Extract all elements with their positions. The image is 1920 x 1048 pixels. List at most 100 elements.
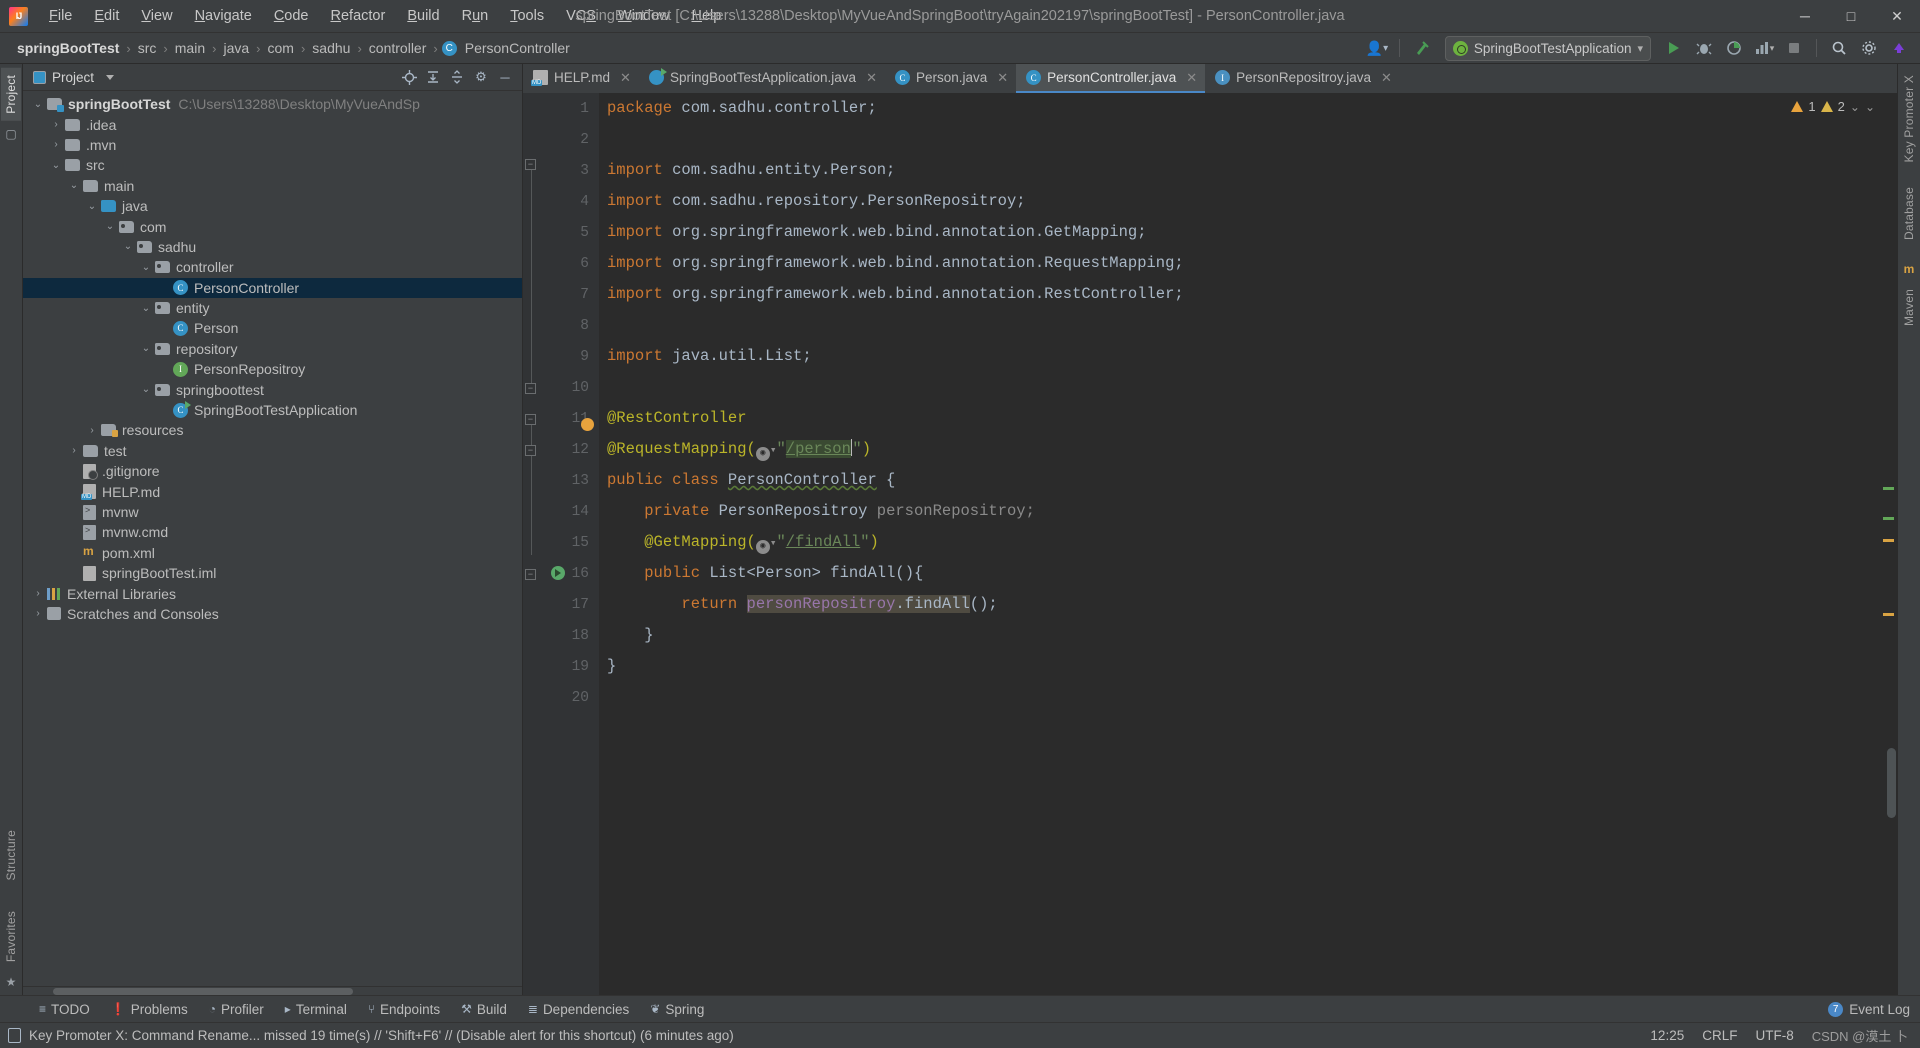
line-number-13[interactable]: 13 bbox=[523, 465, 599, 496]
breadcrumb-5[interactable]: sadhu bbox=[309, 38, 353, 58]
collapse-all-icon[interactable] bbox=[446, 66, 468, 88]
debug-icon[interactable] bbox=[1691, 36, 1717, 60]
project-tree[interactable]: ⌄ springBootTest C:\Users\13288\Desktop\My… bbox=[23, 91, 522, 986]
breadcrumb-2[interactable]: main bbox=[172, 38, 208, 58]
user-icon[interactable]: 👤 ▾ bbox=[1364, 36, 1390, 60]
close-tab-icon[interactable]: ✕ bbox=[866, 70, 877, 86]
line-number-8[interactable]: 8 bbox=[523, 310, 599, 341]
close-tab-icon[interactable]: ✕ bbox=[620, 70, 631, 86]
editor-tab-bar[interactable]: HELP.md✕SpringBootTestApplication.java✕C… bbox=[523, 64, 1897, 93]
run-gutter-icon[interactable] bbox=[551, 566, 565, 580]
chevron-right-icon[interactable]: › bbox=[83, 425, 101, 436]
fold-marker-annotation[interactable]: − bbox=[525, 445, 536, 456]
updates-icon[interactable] bbox=[1886, 36, 1912, 60]
line-number-7[interactable]: 7 bbox=[523, 279, 599, 310]
breadcrumb-4[interactable]: com bbox=[265, 38, 297, 58]
menu-bar[interactable]: File Edit View Navigate Code Refactor Bu… bbox=[38, 5, 732, 27]
code-editor[interactable]: 1 2 ⌄ ⌄ 1 2 3 4 5 6 7 8 9 10 11 12 13 14 15 16 17 18 19 20−… bbox=[523, 93, 1897, 995]
breadcrumb-3[interactable]: java bbox=[220, 38, 252, 58]
line-number-9[interactable]: 9 bbox=[523, 341, 599, 372]
chevron-right-icon[interactable]: › bbox=[29, 608, 47, 619]
chevron-down-icon[interactable]: ⌄ bbox=[65, 180, 83, 191]
bottom-tab-problems[interactable]: ❗ Problems bbox=[102, 999, 197, 1020]
tree-item-external-libraries[interactable]: › External Libraries bbox=[23, 583, 522, 603]
chevron-down-icon[interactable]: ⌄ bbox=[137, 303, 155, 314]
bookmarks-icon[interactable]: ▢ bbox=[5, 127, 16, 141]
chevron-down-icon[interactable]: ⌄ bbox=[119, 241, 137, 252]
line-number-19[interactable]: 19 bbox=[523, 651, 599, 682]
minimize-button[interactable]: ─ bbox=[1782, 0, 1828, 33]
breadcrumb-1[interactable]: src bbox=[135, 38, 160, 58]
close-tab-icon[interactable]: ✕ bbox=[1186, 70, 1197, 86]
fold-marker-imports[interactable]: − bbox=[525, 159, 536, 170]
menu-code[interactable]: Code bbox=[263, 5, 320, 27]
tree-item-springboottest[interactable]: ⌄ springboottest bbox=[23, 379, 522, 399]
tree-item-springboottestapplication[interactable]: C SpringBootTestApplication bbox=[23, 400, 522, 420]
rail-tab-favorites[interactable]: Favorites bbox=[1, 904, 21, 969]
tree-item-resources[interactable]: › resources bbox=[23, 420, 522, 440]
tree-item-personrepositroy[interactable]: I PersonRepositroy bbox=[23, 359, 522, 379]
menu-run[interactable]: Run bbox=[451, 5, 500, 27]
tree-item--idea[interactable]: › .idea bbox=[23, 114, 522, 134]
rail-tab-maven[interactable]: Maven bbox=[1899, 282, 1919, 333]
hide-panel-icon[interactable]: ─ bbox=[494, 66, 516, 88]
status-encoding[interactable]: UTF-8 bbox=[1755, 1028, 1793, 1043]
line-number-2[interactable]: 2 bbox=[523, 124, 599, 155]
tree-item-test[interactable]: › test bbox=[23, 441, 522, 461]
menu-view[interactable]: View bbox=[130, 5, 183, 27]
close-tab-icon[interactable]: ✕ bbox=[997, 70, 1008, 86]
tree-item--gitignore[interactable]: .gitignore bbox=[23, 461, 522, 481]
menu-navigate[interactable]: Navigate bbox=[184, 5, 263, 27]
close-button[interactable]: ✕ bbox=[1874, 0, 1920, 33]
chevron-down-icon[interactable]: ⌄ bbox=[137, 343, 155, 354]
menu-help[interactable]: Help bbox=[680, 5, 732, 27]
rail-tab-structure[interactable]: Structure bbox=[1, 823, 21, 888]
chevron-right-icon[interactable]: › bbox=[47, 139, 65, 150]
tree-item-person[interactable]: C Person bbox=[23, 318, 522, 338]
tree-item-springboottest[interactable]: ⌄ springBootTest C:\Users\13288\Desktop\My… bbox=[23, 94, 522, 114]
code-text[interactable]: package com.sadhu.controller; import com… bbox=[599, 93, 1880, 995]
tree-item-personcontroller[interactable]: C PersonController bbox=[23, 277, 522, 298]
tree-item-src[interactable]: ⌄ src bbox=[23, 155, 522, 175]
line-number-4[interactable]: 4 bbox=[523, 186, 599, 217]
tree-item-main[interactable]: ⌄ main bbox=[23, 176, 522, 196]
chevron-down-icon[interactable]: ⌄ bbox=[1850, 100, 1860, 114]
fold-marker-method[interactable]: − bbox=[525, 569, 536, 580]
bottom-tab-terminal[interactable]: ▸ Terminal bbox=[276, 999, 356, 1020]
profile-icon[interactable]: ▾ bbox=[1751, 36, 1777, 60]
menu-file[interactable]: File bbox=[38, 5, 83, 27]
chevron-down-icon[interactable]: ⌄ bbox=[137, 384, 155, 395]
inspection-status-widget[interactable]: 1 2 ⌄ ⌄ bbox=[1791, 99, 1875, 114]
tree-item-repository[interactable]: ⌄ repository bbox=[23, 339, 522, 359]
tree-item-java[interactable]: ⌄ java bbox=[23, 196, 522, 216]
tree-item-mvnw[interactable]: mvnw bbox=[23, 502, 522, 522]
tree-item-sadhu[interactable]: ⌄ sadhu bbox=[23, 237, 522, 257]
chevron-right-icon[interactable]: › bbox=[29, 588, 47, 599]
tree-item-controller[interactable]: ⌄ controller bbox=[23, 257, 522, 277]
close-tab-icon[interactable]: ✕ bbox=[1381, 70, 1392, 86]
chevron-right-icon[interactable]: › bbox=[47, 119, 65, 130]
expand-all-icon[interactable] bbox=[422, 66, 444, 88]
line-number-5[interactable]: 5 bbox=[523, 217, 599, 248]
rail-tab-key-promoter[interactable]: Key Promoter X bbox=[1899, 68, 1919, 170]
project-horizontal-scrollbar[interactable] bbox=[23, 986, 522, 995]
breadcrumb-0[interactable]: springBootTest bbox=[14, 38, 122, 58]
coverage-icon[interactable] bbox=[1721, 36, 1747, 60]
line-number-gutter[interactable]: 1 2 3 4 5 6 7 8 9 10 11 12 13 14 15 16 17 18 19 20− − − − − bbox=[523, 93, 599, 995]
line-number-15[interactable]: 15 bbox=[523, 527, 599, 558]
tree-item--mvn[interactable]: › .mvn bbox=[23, 135, 522, 155]
chevron-down-icon[interactable]: ⌄ bbox=[101, 221, 119, 232]
line-number-18[interactable]: 18 bbox=[523, 620, 599, 651]
line-number-20[interactable]: 20 bbox=[523, 682, 599, 713]
chevron-down-icon[interactable] bbox=[106, 74, 115, 80]
breadcrumb-7[interactable]: PersonController bbox=[462, 38, 573, 58]
editor-tab-springboottestapplication-java[interactable]: SpringBootTestApplication.java ✕ bbox=[639, 64, 885, 93]
locate-icon[interactable] bbox=[398, 66, 420, 88]
settings-gear-icon[interactable]: ⚙ bbox=[470, 66, 492, 88]
rail-tab-database[interactable]: Database bbox=[1899, 180, 1919, 247]
bottom-tab-spring[interactable]: ❦ Spring bbox=[641, 999, 713, 1020]
menu-vcs[interactable]: VCS bbox=[555, 5, 607, 27]
run-configuration-selector[interactable]: SpringBootTestApplication ▾ bbox=[1444, 35, 1651, 61]
search-icon[interactable] bbox=[1826, 36, 1852, 60]
collapse-icon[interactable]: ⌄ bbox=[1865, 100, 1875, 114]
